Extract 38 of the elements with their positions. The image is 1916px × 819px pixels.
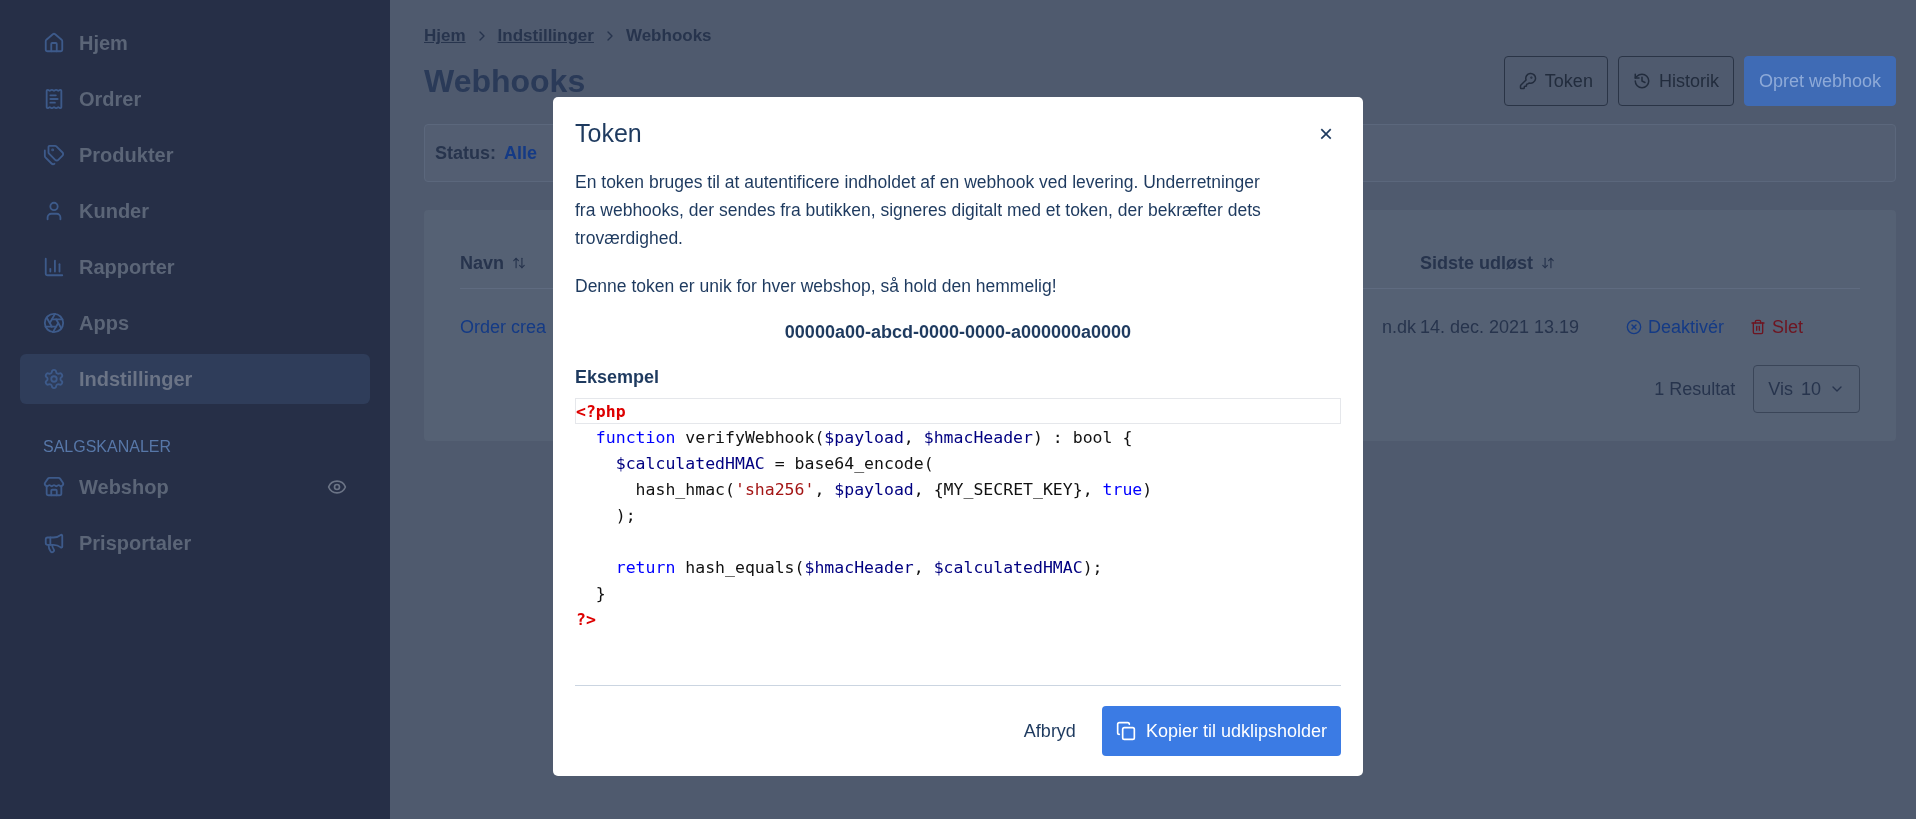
code-line: hash_hmac('sha256', $payload, {MY_SECRET_KEY}, true) [634, 479, 1154, 501]
bar-chart-icon [43, 256, 65, 278]
megaphone-icon [43, 532, 65, 554]
code-line: ); [614, 505, 637, 527]
code-line: function verifyWebhook($payload, $hmacHeader) : bool { [594, 427, 1134, 449]
close-button[interactable]: × [1311, 119, 1341, 148]
house-icon [43, 32, 65, 54]
create-button[interactable]: Opret webhook [1743, 56, 1896, 106]
cancel-button[interactable]: Afbryd [1017, 719, 1082, 743]
code-line: ?> [575, 609, 597, 631]
filter-value[interactable]: Alle [504, 142, 538, 164]
delete-link[interactable]: Slet [1750, 316, 1804, 338]
key-icon [1518, 72, 1537, 90]
tag-icon [43, 144, 65, 166]
trash-icon [1750, 319, 1767, 335]
token-value: 00000a00-abcd-0000-0000-a000000a0000 [783, 322, 1133, 343]
dialog-text: En token bruges til at autentificere indholdet af en webhook ved levering. Underretninger fra webhooks, der sendes fra butikken, signeres digitalt med et token, der bekræfter dets troværdighed. [575, 171, 1262, 250]
sort-icon[interactable] [1541, 256, 1555, 270]
aperture-icon [43, 312, 65, 334]
eye-icon[interactable] [327, 477, 347, 497]
copy-button[interactable]: Kopier til udklipsholder [1101, 706, 1341, 756]
code-line: } [594, 583, 607, 605]
sort-icon[interactable] [512, 256, 526, 270]
sidebar-item[interactable]: Indstillinger [20, 354, 370, 404]
code-line: return hash_equals($hmacHeader, $calculatedHMAC); [614, 557, 1104, 579]
store-icon [43, 476, 65, 498]
history-icon [1632, 72, 1651, 90]
receipt-icon [43, 88, 65, 110]
settings-icon [43, 368, 65, 390]
deactivate-link[interactable]: Deaktivér [1626, 316, 1725, 338]
copy-icon [1115, 721, 1136, 741]
section-title: SALGSKANALER [43, 438, 172, 456]
dialog-text: Denne token er unik for hver webshop, så hold den hemmelig! [575, 275, 1058, 298]
code-line: $calculatedHMAC = base64_encode( [614, 453, 935, 475]
webhook-link[interactable]: Order crea [460, 316, 547, 337]
circle-x-icon [1626, 319, 1642, 335]
dialog-title: Token [575, 119, 642, 148]
example-label: Eksempel [575, 367, 661, 388]
